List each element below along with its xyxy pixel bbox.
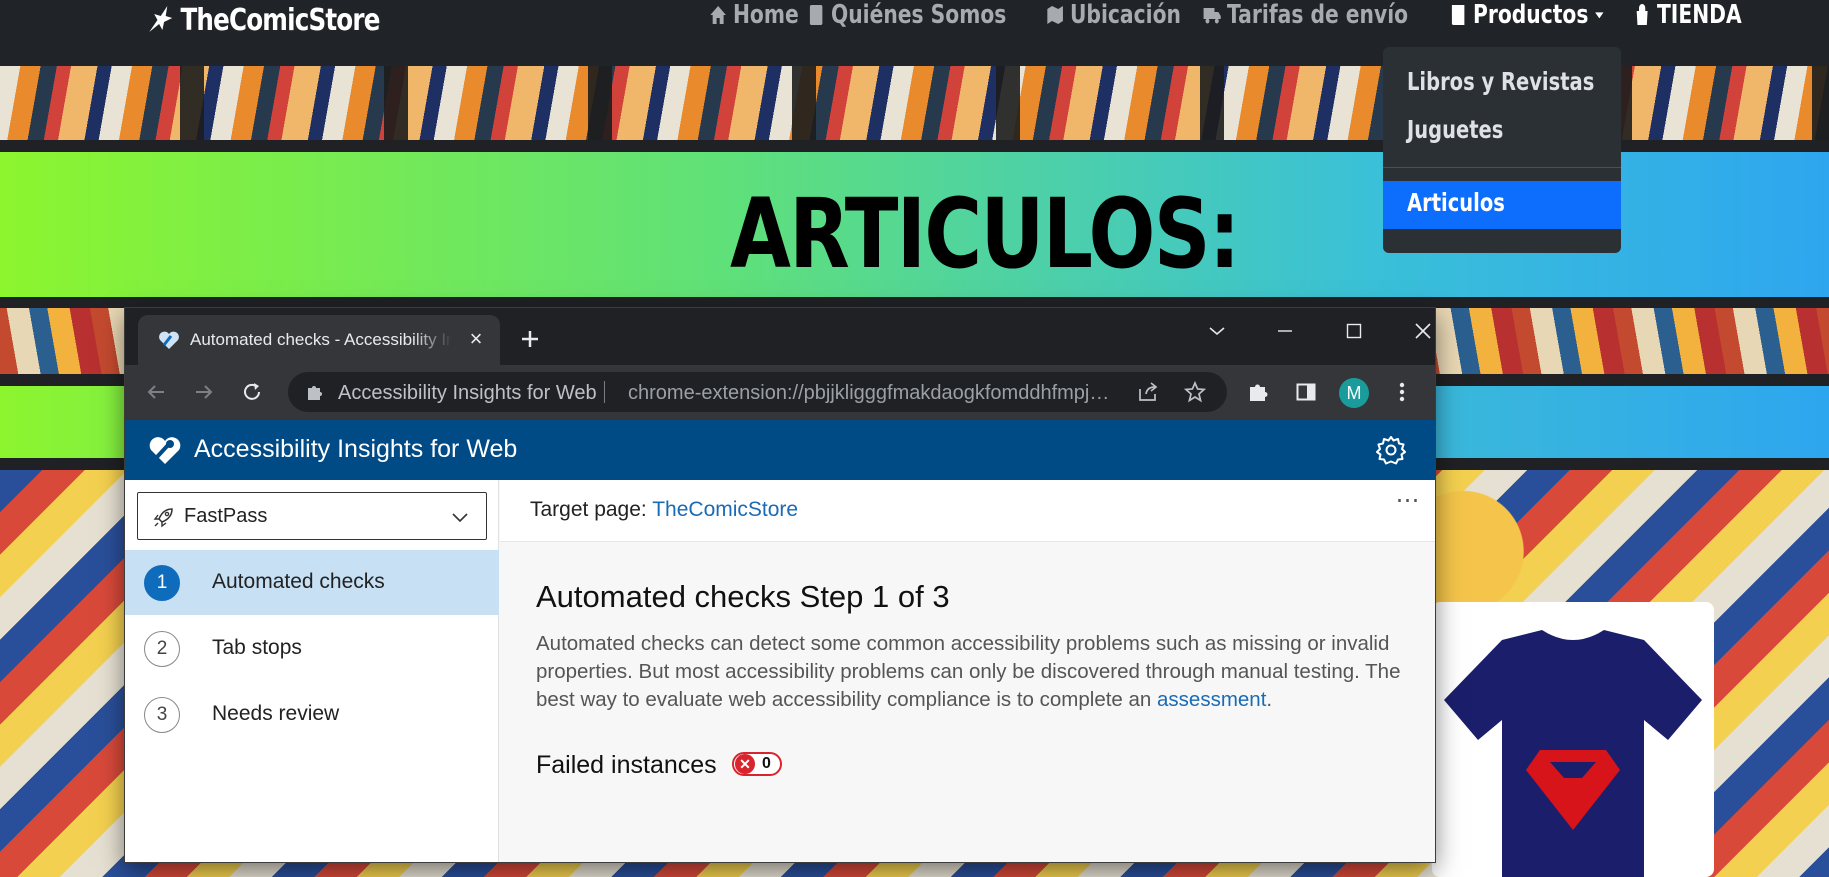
browser-menu-kebab-icon[interactable]: [1387, 377, 1417, 407]
nav-home-label: Home: [732, 0, 799, 30]
tab-title: Automated checks - Accessibility Insight…: [190, 330, 452, 349]
truck-icon: [1203, 8, 1221, 24]
target-page-link[interactable]: TheComicStore: [652, 498, 798, 521]
address-bar[interactable]: Accessibility Insights for Web chrome-ex…: [288, 372, 1227, 412]
reload-icon[interactable]: [237, 377, 267, 407]
step-label: Automated checks: [212, 570, 385, 593]
mode-dropdown-label: FastPass: [184, 505, 268, 527]
bookmark-star-icon[interactable]: [1184, 381, 1206, 403]
extension-header: Accessibility Insights for Web: [125, 420, 1435, 480]
nav-ubicacion-label: Ubicación: [1070, 0, 1182, 30]
target-page-label: Target page: TheComicStore: [530, 498, 798, 522]
more-options-icon[interactable]: ⋯: [1393, 489, 1423, 522]
assessment-link[interactable]: assessment: [1157, 688, 1266, 711]
tab-search-chevron-icon[interactable]: [1194, 316, 1240, 346]
productos-dropdown-menu: Libros y Revistas Juguetes Articulos: [1383, 47, 1621, 253]
extensions-puzzle-icon[interactable]: [1243, 377, 1273, 407]
nav-quienes-somos[interactable]: Quiénes Somos: [806, 0, 1007, 30]
share-icon[interactable]: [1137, 381, 1159, 403]
site-nav-links: Home Quiénes Somos Ubicación Tarifas de …: [708, 0, 1741, 30]
tab-close-icon[interactable]: ×: [466, 328, 486, 350]
active-tab[interactable]: Automated checks - Accessibility Insight…: [138, 315, 500, 365]
brand-name: TheComicStore: [180, 2, 380, 38]
home-icon: [710, 6, 726, 24]
settings-gear-icon[interactable]: [1375, 434, 1407, 466]
failed-count-badge: ✕ 0: [732, 752, 782, 776]
minimize-icon[interactable]: [1262, 316, 1308, 346]
accessibility-insights-logo-icon: [149, 437, 181, 464]
browser-window: Automated checks - Accessibility Insight…: [125, 308, 1435, 862]
extension-puzzle-icon: [308, 386, 322, 400]
map-icon: [1047, 6, 1064, 24]
id-card-icon: [810, 5, 823, 25]
nav-step-needs-review[interactable]: 3 Needs review: [125, 682, 499, 747]
failed-instances-heading: Failed instances: [536, 751, 717, 779]
address-bar-separator: [604, 381, 605, 403]
step-label: Tab stops: [212, 636, 302, 659]
maximize-icon[interactable]: [1331, 316, 1377, 346]
nav-tarifas[interactable]: Tarifas de envío: [1202, 0, 1408, 30]
address-bar-site-name: Accessibility Insights for Web: [338, 382, 597, 404]
description-text: Automated checks can detect some common …: [536, 630, 1416, 714]
nav-home[interactable]: Home: [708, 0, 799, 30]
tab-strip: Automated checks - Accessibility Insight…: [125, 308, 1435, 365]
caret-down-icon: [1594, 12, 1604, 19]
book-icon: [1451, 5, 1465, 25]
shopping-bag-icon: [1636, 4, 1648, 25]
nav-productos-label: Productos: [1472, 0, 1589, 30]
step-number-badge: 2: [144, 631, 180, 667]
chevron-down-icon: [452, 513, 468, 523]
target-page-prefix: Target page:: [530, 498, 653, 521]
new-tab-plus-icon[interactable]: [517, 326, 543, 352]
nav-tarifas-label: Tarifas de envío: [1226, 0, 1408, 30]
nav-step-tab-stops[interactable]: 2 Tab stops: [125, 616, 499, 681]
failed-count: 0: [762, 755, 771, 772]
side-panel-icon[interactable]: [1291, 377, 1321, 407]
page-heading: Automated checks Step 1 of 3: [536, 579, 950, 614]
step-number-badge: 1: [144, 565, 180, 601]
tshirt-product-image: [1444, 630, 1702, 877]
nav-productos[interactable]: Productos: [1448, 0, 1606, 30]
close-window-icon[interactable]: [1400, 316, 1446, 346]
profile-avatar[interactable]: M: [1339, 378, 1369, 408]
extension-title: Accessibility Insights for Web: [194, 435, 518, 463]
back-arrow-icon[interactable]: [141, 377, 171, 407]
nav-tienda-label: TIENDA: [1656, 0, 1742, 30]
dropdown-item-juguetes[interactable]: Juguetes: [1407, 115, 1503, 144]
accessibility-insights-favicon-icon: [159, 331, 179, 349]
rocket-icon: [153, 508, 173, 528]
main-content: Target page: TheComicStore ⋯ Automated c…: [500, 480, 1435, 862]
site-brand[interactable]: TheComicStore: [146, 2, 380, 38]
step-number-badge: 3: [144, 697, 180, 733]
error-x-icon: ✕: [735, 754, 755, 774]
browser-toolbar: Accessibility Insights for Web chrome-ex…: [125, 365, 1435, 420]
address-bar-url: chrome-extension://pbjjkligggfmakdaogkfo…: [628, 382, 1114, 404]
mode-dropdown[interactable]: FastPass: [137, 492, 487, 540]
superhero-logo-icon: [149, 6, 173, 32]
target-page-bar: Target page: TheComicStore ⋯: [500, 480, 1435, 542]
description-end: .: [1266, 688, 1273, 711]
nav-ubicacion[interactable]: Ubicación: [1045, 0, 1181, 30]
dropdown-item-articulos[interactable]: Articulos: [1407, 188, 1505, 217]
dropdown-item-libros[interactable]: Libros y Revistas: [1407, 67, 1594, 96]
hero-title: ARTICULOS:: [730, 178, 1240, 290]
dropdown-divider: [1383, 167, 1621, 168]
step-label: Needs review: [212, 702, 340, 725]
nav-step-automated-checks[interactable]: 1 Automated checks: [125, 550, 499, 615]
nav-tienda[interactable]: TIENDA: [1632, 0, 1742, 30]
nav-quienes-label: Quiénes Somos: [831, 0, 1007, 30]
left-navigation: FastPass 1 Automated checks 2 Tab stops …: [125, 480, 499, 862]
forward-arrow-icon[interactable]: [189, 377, 219, 407]
